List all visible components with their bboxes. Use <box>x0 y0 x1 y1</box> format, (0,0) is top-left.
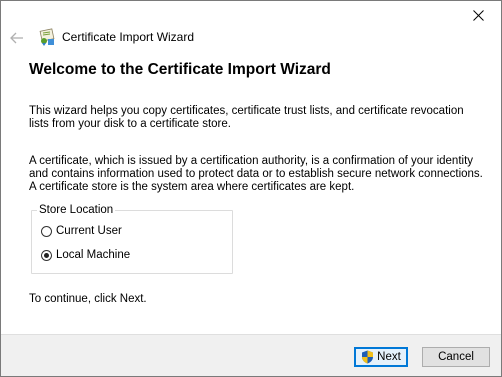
close-icon <box>473 10 484 21</box>
footer-bar: Next Cancel <box>1 334 501 376</box>
radio-current-user[interactable]: Current User <box>41 225 122 237</box>
uac-shield-icon <box>362 350 374 364</box>
wizard-title: Certificate Import Wizard <box>62 30 195 44</box>
store-location-group: Store Location Current User Local Machin… <box>31 204 233 274</box>
cancel-label: Cancel <box>438 351 474 363</box>
back-arrow-icon[interactable] <box>9 31 25 45</box>
radio-button-selected[interactable] <box>41 249 52 261</box>
cancel-button[interactable]: Cancel <box>422 347 490 367</box>
radio-label: Current User <box>56 225 122 237</box>
wizard-window: Certificate Import Wizard Welcome to the… <box>0 0 502 377</box>
continue-instruction: To continue, click Next. <box>29 293 147 305</box>
certificate-icon <box>39 28 55 46</box>
intro-text: This wizard helps you copy certificates,… <box>29 105 464 130</box>
content-area: Welcome to the Certificate Import Wizard <box>29 61 479 79</box>
radio-button[interactable] <box>41 225 52 237</box>
next-label: Next <box>377 351 401 363</box>
radio-label: Local Machine <box>56 249 131 261</box>
store-location-label: Store Location <box>37 204 116 216</box>
page-title: Welcome to the Certificate Import Wizard <box>29 61 331 78</box>
wizard-header: Certificate Import Wizard <box>1 23 501 53</box>
next-button[interactable]: Next <box>354 347 408 367</box>
radio-local-machine[interactable]: Local Machine <box>41 249 130 261</box>
description-text: A certificate, which is issued by a cert… <box>29 155 483 193</box>
